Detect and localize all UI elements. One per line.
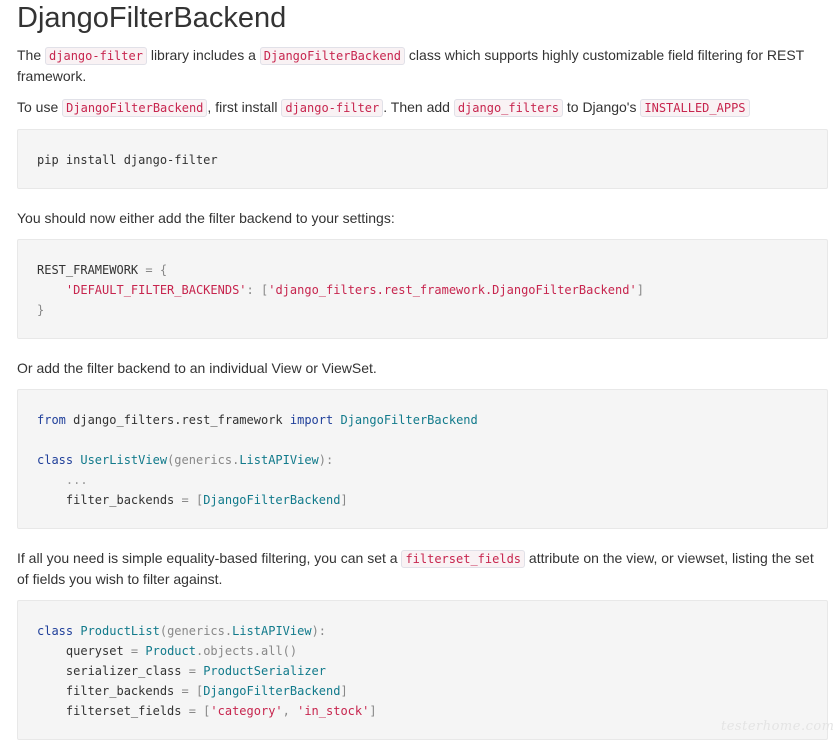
inline-code-django-filter: django-filter [45, 47, 147, 65]
inline-code-filterset-fields: filterset_fields [401, 550, 526, 568]
watermark: testerhome.com [721, 719, 835, 734]
view-paragraph: Or add the filter backend to an individu… [17, 360, 377, 376]
code-block-product: class ProductList(generics.ListAPIView):… [17, 600, 828, 740]
code-block-view: from django_filters.rest_framework impor… [17, 389, 828, 529]
doc-page: DjangoFilterBackend The django-filter li… [17, 0, 828, 740]
install-paragraph: To use DjangoFilterBackend, first instal… [17, 97, 828, 118]
inline-code-djangofilterbackend: DjangoFilterBackend [62, 99, 208, 117]
inline-code-django-filter: django-filter [281, 99, 384, 117]
code-block-settings: REST_FRAMEWORK = { 'DEFAULT_FILTER_BACKE… [17, 239, 828, 339]
page-title: DjangoFilterBackend [17, 2, 287, 34]
fields-paragraph: If all you need is simple equality-based… [17, 550, 814, 587]
intro-paragraph: The django-filter library includes a Dja… [17, 47, 804, 84]
settings-paragraph: You should now either add the filter bac… [17, 210, 395, 226]
inline-code-installed-apps: INSTALLED_APPS [640, 99, 750, 117]
inline-code-djangofilterbackend: DjangoFilterBackend [259, 47, 406, 65]
inline-code-django-filters: django_filters [453, 99, 563, 117]
code-block-install: pip install django-filter [17, 129, 828, 189]
